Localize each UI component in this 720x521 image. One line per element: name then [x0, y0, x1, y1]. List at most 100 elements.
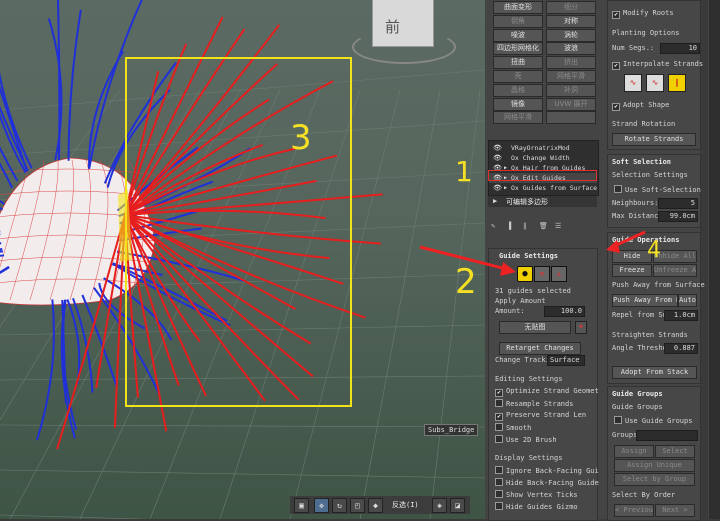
repel-field[interactable]: 1.0cm — [664, 310, 698, 321]
brush-mode-icon[interactable]: ≋ — [534, 266, 550, 282]
next-button[interactable]: Next > — [655, 504, 695, 517]
stack-item[interactable]: 👁▶Ox Guides from Surface — [489, 183, 597, 193]
change-tracking-select[interactable]: Surface — [547, 355, 585, 366]
viewport-scene[interactable] — [0, 0, 485, 519]
use-2d-brush-checkbox[interactable]: Use 2D Brush — [495, 435, 557, 444]
visibility-eye-icon[interactable]: 👁 — [493, 143, 502, 153]
scale-tool-icon[interactable]: ◰ — [350, 498, 365, 513]
ignore-backfacing-checkbox[interactable]: Ignore Back-Facing Gui — [495, 466, 599, 475]
viewcube-ring[interactable] — [352, 30, 456, 64]
modifier-button-16[interactable]: 网格平滑 — [493, 111, 543, 124]
previous-button[interactable]: < Previous — [614, 504, 654, 517]
neighbours-field[interactable]: 5 — [658, 198, 698, 209]
modifier-button-15[interactable]: UVW 展开 — [546, 98, 596, 111]
select-mode-icon[interactable]: ● — [517, 266, 533, 282]
object-icon[interactable]: ◆ — [368, 498, 383, 513]
invert-selection-label[interactable]: 反选(I) — [392, 500, 419, 510]
cube-icon[interactable]: ◈ — [432, 498, 447, 513]
expand-arrow-icon[interactable]: ▶ — [493, 197, 497, 205]
push-away-mesh-button[interactable]: Push Away From Mesh — [612, 294, 678, 307]
rotate-strands-button[interactable]: Rotate Strands — [612, 133, 696, 146]
visibility-eye-icon[interactable]: 👁 — [493, 153, 502, 163]
modifier-button-7[interactable]: 波浪 — [546, 42, 596, 55]
modifier-button-14[interactable]: 镜像 — [493, 98, 543, 111]
unfreeze-all-button[interactable]: Unfreeze All — [653, 264, 697, 277]
num-segs-field[interactable]: 10 — [660, 43, 700, 54]
adopt-from-stack-button[interactable]: Adopt From Stack — [612, 366, 697, 379]
rotate-tool-icon[interactable]: ↻ — [332, 498, 347, 513]
amount-label: Amount: — [495, 307, 525, 315]
blue-guide-strand — [0, 0, 28, 171]
resample-strands-checkbox[interactable]: Resample Strands — [495, 399, 573, 408]
modifier-button-11[interactable]: 网格平滑 — [546, 70, 596, 83]
stack-item[interactable]: 👁VRayOrnatrixMod — [489, 143, 597, 153]
curve-preset-icon-1[interactable]: ∿ — [624, 74, 642, 92]
map-pick-icon[interactable]: ✚ — [575, 321, 587, 334]
use-guide-groups-checkbox[interactable]: Use Guide Groups — [614, 416, 692, 425]
tool-icons: ● ≋ ⩚ — [517, 266, 569, 282]
modifier-button-3[interactable]: 对称 — [546, 15, 596, 28]
modifier-button-4[interactable]: 噪波 — [493, 29, 543, 42]
show-end-result-icon[interactable]: ▐ — [507, 222, 511, 230]
modifier-button-6[interactable]: 四边形网格化 — [493, 42, 543, 55]
blue-guide-strand — [69, 10, 81, 161]
guide-groups-title[interactable]: Guide Groups — [612, 390, 663, 398]
assign-unique-button[interactable]: Assign Unique — [614, 459, 695, 472]
select-tool-icon[interactable]: ▣ — [294, 498, 309, 513]
stack-expand-icon[interactable]: ▶ — [504, 183, 507, 193]
groups-field[interactable] — [636, 430, 698, 441]
retarget-changes-button[interactable]: Retarget Changes — [499, 342, 581, 355]
hide-gizmo-checkbox[interactable]: Hide Guides Gizmo — [495, 502, 578, 511]
angle-threshold-field[interactable]: 0.887 — [664, 343, 698, 354]
optimize-strand-checkbox[interactable]: ✔Optimize Strand Geomet — [495, 387, 599, 397]
guide-operations-title[interactable]: Guide Operations — [612, 236, 679, 244]
modifier-button-5[interactable]: 涡轮 — [546, 29, 596, 42]
interpolate-strands-checkbox[interactable]: ✔Interpolate Strands — [612, 60, 703, 70]
modifier-button-17[interactable] — [546, 111, 596, 124]
modifier-button-13[interactable]: 补洞 — [546, 84, 596, 97]
make-unique-icon[interactable]: ∥ — [523, 222, 527, 230]
modifier-button-1[interactable]: 细分 — [546, 1, 596, 14]
amount-field[interactable]: 100.0 — [544, 306, 585, 317]
modifier-stack[interactable]: 👁VRayOrnatrixMod👁Ox Change Width👁▶Ox Hai… — [488, 140, 599, 196]
stack-base[interactable]: ▶ 可编辑多边形 — [488, 196, 597, 207]
modifier-button-12[interactable]: 晶格 — [493, 84, 543, 97]
curve-preset-icon-2[interactable]: ∿ — [646, 74, 664, 92]
visibility-eye-icon[interactable]: 👁 — [493, 183, 502, 193]
modifier-button-2[interactable]: 倒角 — [493, 15, 543, 28]
selection-settings-label: Selection Settings — [612, 171, 688, 179]
remove-modifier-icon[interactable]: 🗑 — [539, 222, 548, 230]
stack-item[interactable]: 👁Ox Change Width — [489, 153, 597, 163]
auto-button[interactable]: Auto — [678, 294, 697, 307]
right-panel-scrollbar[interactable] — [700, 0, 708, 519]
none-map-button[interactable]: 无贴图 — [499, 321, 571, 334]
preserve-length-checkbox[interactable]: ✔Preserve Strand Len — [495, 411, 586, 421]
use-soft-selection-checkbox[interactable]: Use Soft-Selection — [614, 185, 701, 194]
hide-button[interactable]: Hide — [612, 250, 652, 263]
select-by-group-button[interactable]: Select by Group — [614, 473, 695, 486]
modifier-button-0[interactable]: 曲面变形 — [493, 1, 543, 14]
modify-roots-checkbox[interactable]: ✔Modify Roots — [612, 9, 674, 19]
soft-selection-title[interactable]: Soft Selection — [612, 158, 671, 166]
curve-preset-icon-3[interactable]: ∥ — [668, 74, 686, 92]
max-distance-field[interactable]: 99.0cm — [658, 211, 698, 222]
select-button[interactable]: Select — [655, 445, 695, 458]
comb-mode-icon[interactable]: ⩚ — [551, 266, 567, 282]
modifier-button-8[interactable]: 扭曲 — [493, 56, 543, 69]
pin-stack-icon[interactable]: ✎ — [491, 222, 495, 230]
hide-backfacing-checkbox[interactable]: Hide Back-Facing Guide — [495, 478, 599, 487]
change-tracking-label: Change Trackin — [495, 356, 554, 364]
planting-rollout: ✔Modify Roots Planting Options Num Segs.… — [607, 0, 701, 150]
modifier-button-9[interactable]: 挤出 — [546, 56, 596, 69]
freeze-button[interactable]: Freeze — [612, 264, 652, 277]
render-icon[interactable]: ◪ — [450, 498, 465, 513]
move-tool-icon[interactable]: ✥ — [314, 498, 329, 513]
configure-icon[interactable]: ☰ — [555, 222, 561, 230]
assign-button[interactable]: Assign — [614, 445, 654, 458]
adopt-shape-checkbox[interactable]: ✔Adopt Shape — [612, 101, 669, 111]
show-vertex-ticks-checkbox[interactable]: Show Vertex Ticks — [495, 490, 578, 499]
viewport[interactable]: 前 Subs_Bridge ▣ ✥ ↻ ◰ ◆ 反选(I) ◈ ◪ 3 1 2 — [0, 0, 485, 519]
modifier-button-10[interactable]: 壳 — [493, 70, 543, 83]
smooth-checkbox[interactable]: Smooth — [495, 423, 531, 432]
guide-settings-title[interactable]: Guide Settings — [499, 252, 558, 260]
